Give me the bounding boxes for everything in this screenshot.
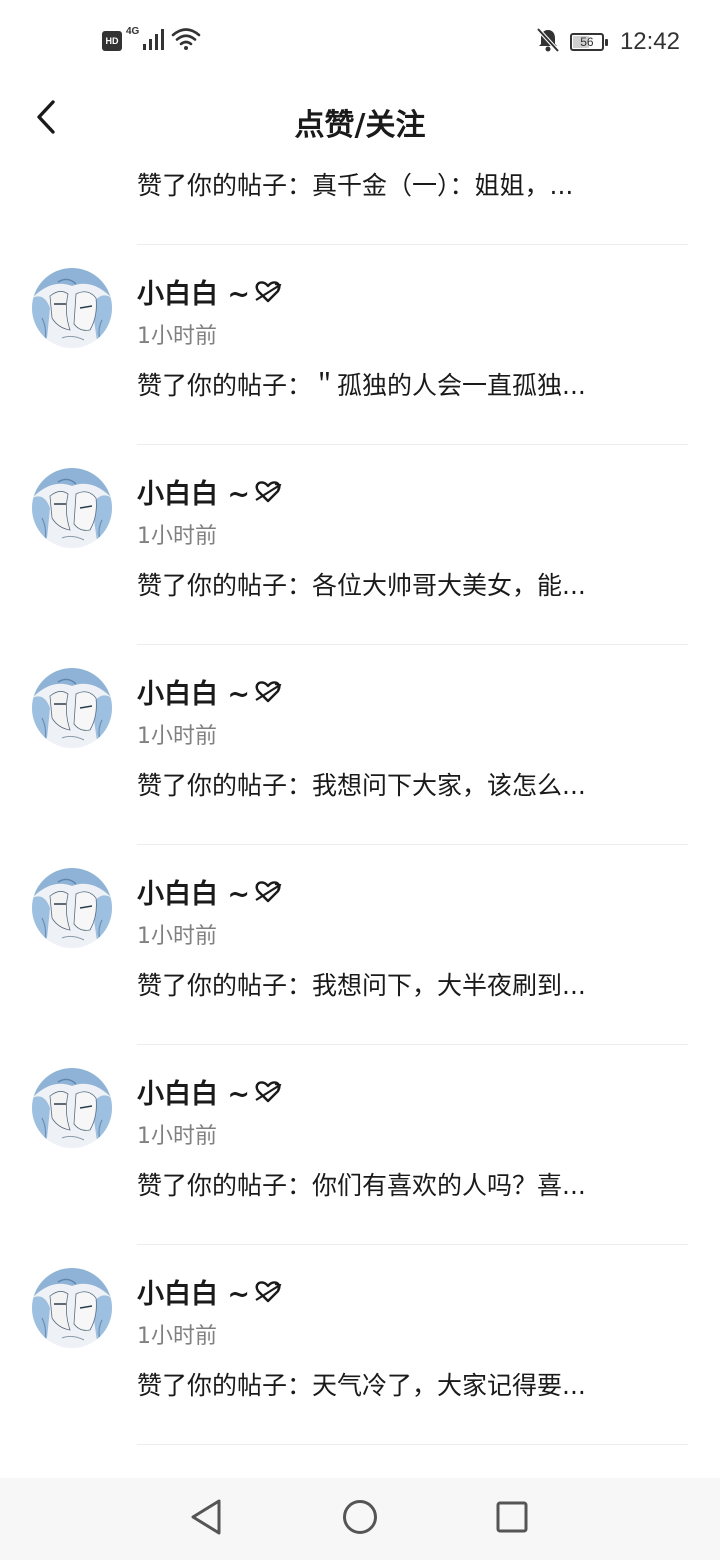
avatar[interactable]	[32, 668, 112, 748]
notification-item[interactable]: 小白白 ~ 1小时前 赞了你的帖子：我想问下，大半夜刷到...	[0, 820, 720, 1045]
heart-arrow-icon	[254, 480, 282, 504]
notification-item[interactable]: 小白白 ~ 1小时前 赞了你的帖子：＂孤独的人会一直孤独...	[0, 220, 720, 445]
item-content[interactable]: 赞了你的帖子：天气冷了，大家记得要...	[137, 1366, 631, 1402]
notification-item[interactable]: 小白白 ~ 1小时前 赞了你的帖子：你们有喜欢的人吗？喜...	[0, 1020, 720, 1245]
item-time: 1小时前	[137, 324, 217, 349]
bell-off-icon	[536, 27, 560, 57]
username-text: 小白白 ~	[137, 1079, 251, 1110]
heart-arrow-icon	[254, 280, 282, 304]
notification-item[interactable]: 小白白 ~ 1小时前 赞了你的帖子：各位大帅哥大美女，能...	[0, 420, 720, 645]
status-right-group: 56 12:42	[536, 26, 680, 58]
heart-arrow-icon	[254, 1080, 282, 1104]
hd-badge: HD	[102, 31, 122, 51]
page-title: 点赞/关注	[294, 108, 426, 143]
screen: HD 4G 56 12:42 点赞/关注 赞了你的帖子：真千金（一）：姐姐，..…	[0, 0, 720, 1560]
status-bar: HD 4G 56 12:42	[0, 0, 720, 84]
username-text: 小白白 ~	[137, 879, 251, 910]
system-nav-bar	[0, 1478, 720, 1560]
clock: 12:42	[619, 28, 680, 55]
back-triangle-icon	[189, 1498, 223, 1540]
item-time: 1小时前	[137, 924, 217, 949]
nav-back-button[interactable]	[184, 1497, 228, 1541]
item-content[interactable]: 赞了你的帖子：我想问下，大半夜刷到...	[137, 966, 631, 1002]
avatar[interactable]	[32, 868, 112, 948]
notification-item[interactable]: 小白白 ~ 1小时前 赞了你的帖子：我想问下大家，该怎么...	[0, 620, 720, 845]
notification-item[interactable]: 小白白 ~ 1小时前 赞了你的帖子：真千金（一）：姐姐，...	[0, 156, 720, 245]
item-content[interactable]: 赞了你的帖子：＂孤独的人会一直孤独...	[137, 366, 631, 402]
notification-list-content: 小白白 ~ 1小时前 赞了你的帖子：真千金（一）：姐姐，...	[0, 156, 720, 1445]
avatar[interactable]	[32, 268, 112, 348]
item-username[interactable]: 小白白 ~	[137, 672, 282, 711]
item-username[interactable]: 小白白 ~	[137, 872, 282, 911]
signal-icon	[143, 28, 167, 54]
status-left-group: HD 4G	[102, 26, 201, 55]
recents-square-icon	[495, 1500, 529, 1538]
item-content[interactable]: 赞了你的帖子：真千金（一）：姐姐，...	[137, 166, 631, 202]
battery-level: 56	[580, 35, 594, 49]
item-content[interactable]: 赞了你的帖子：各位大帅哥大美女，能...	[137, 566, 631, 602]
item-time: 1小时前	[137, 724, 217, 749]
nav-home-button[interactable]	[338, 1497, 382, 1541]
avatar[interactable]	[32, 1068, 112, 1148]
notification-list[interactable]: 小白白 ~ 1小时前 赞了你的帖子：真千金（一）：姐姐，...	[0, 156, 720, 1478]
item-time: 1小时前	[137, 1324, 217, 1349]
heart-arrow-icon	[254, 680, 282, 704]
wifi-icon	[171, 27, 201, 55]
item-username[interactable]: 小白白 ~	[137, 1272, 282, 1311]
username-text: 小白白 ~	[137, 679, 251, 710]
notification-item[interactable]: 小白白 ~ 1小时前 赞了你的帖子：天气冷了，大家记得要...	[0, 1220, 720, 1445]
item-username[interactable]: 小白白 ~	[137, 472, 282, 511]
username-text: 小白白 ~	[137, 1279, 251, 1310]
item-time: 1小时前	[137, 524, 217, 549]
network-type-label: 4G	[126, 26, 140, 37]
battery-icon: 56	[569, 33, 608, 51]
avatar[interactable]	[32, 1268, 112, 1348]
username-text: 小白白 ~	[137, 479, 251, 510]
username-text: 小白白 ~	[137, 279, 251, 310]
item-divider	[137, 1444, 688, 1445]
nav-recents-button[interactable]	[490, 1497, 534, 1541]
heart-arrow-icon	[254, 880, 282, 904]
header: 点赞/关注	[0, 84, 720, 156]
item-username[interactable]: 小白白 ~	[137, 272, 282, 311]
item-time: 1小时前	[137, 1124, 217, 1149]
item-content[interactable]: 赞了你的帖子：我想问下大家，该怎么...	[137, 766, 631, 802]
item-username[interactable]: 小白白 ~	[137, 1072, 282, 1111]
item-content[interactable]: 赞了你的帖子：你们有喜欢的人吗？喜...	[137, 1166, 631, 1202]
avatar[interactable]	[32, 468, 112, 548]
home-circle-icon	[341, 1498, 379, 1540]
heart-arrow-icon	[254, 1280, 282, 1304]
